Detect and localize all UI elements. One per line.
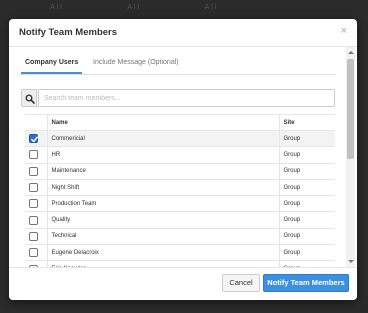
table-row[interactable]: HR Group xyxy=(25,146,335,164)
member-name-cell: Maintenance xyxy=(46,163,279,180)
dialog-body: Company Users Include Message (Optional)… xyxy=(9,47,345,267)
member-site-cell: Group xyxy=(278,130,335,148)
member-name-cell: Quality xyxy=(46,211,279,229)
backdrop-label: All xyxy=(204,4,219,11)
row-checkbox[interactable] xyxy=(29,183,38,193)
member-site-cell: Group xyxy=(278,195,335,213)
member-site-cell: Group xyxy=(278,179,335,197)
tab-include-message[interactable]: Include Message (Optional) xyxy=(89,59,183,72)
dialog-footer: Cancel Notify Team Members xyxy=(9,267,357,300)
member-name-cell: Technical xyxy=(46,228,279,246)
scroll-down-arrow-icon[interactable] xyxy=(348,260,354,263)
member-name-cell: Production Team xyxy=(46,195,279,213)
table-row[interactable]: Maintenance Group xyxy=(25,163,335,180)
search-input[interactable] xyxy=(38,89,335,107)
notify-team-members-dialog: Notify Team Members × Company Users Incl… xyxy=(9,19,357,300)
dialog-header: Notify Team Members × xyxy=(9,19,357,47)
member-site-cell: Group xyxy=(278,163,335,180)
dialog-title: Notify Team Members xyxy=(19,27,118,38)
table-row[interactable]: Commericial Group xyxy=(25,130,335,148)
member-name-cell: Eugene Delacroix xyxy=(46,244,279,262)
row-checkbox[interactable] xyxy=(29,199,38,209)
row-select-cell xyxy=(25,163,47,180)
row-select-cell xyxy=(25,179,47,197)
row-select-cell xyxy=(25,130,47,148)
row-checkbox[interactable] xyxy=(29,134,39,144)
member-site-cell: Group xyxy=(278,146,335,164)
row-select-cell xyxy=(25,211,47,229)
member-name-cell: Night Shift xyxy=(46,179,279,197)
member-name-cell: Commericial xyxy=(46,130,279,148)
name-column-header[interactable]: Name xyxy=(46,114,279,131)
tab-company-users[interactable]: Company Users xyxy=(21,59,83,74)
row-select-cell xyxy=(25,228,47,246)
search-icon xyxy=(25,94,35,104)
cancel-button[interactable]: Cancel xyxy=(222,274,260,292)
close-icon[interactable]: × xyxy=(341,26,347,37)
member-site-cell: Group xyxy=(278,244,335,262)
row-checkbox[interactable] xyxy=(29,248,38,258)
members-table: Name Site Commericial Group HR Group Mainten… xyxy=(25,114,335,267)
scrollbar-thumb[interactable] xyxy=(347,59,354,159)
table-header-row: Name Site xyxy=(25,114,335,131)
backdrop-label: All xyxy=(50,4,64,11)
search-button[interactable] xyxy=(21,89,37,107)
search-bar xyxy=(21,89,335,107)
row-select-cell xyxy=(25,195,47,213)
site-column-header[interactable]: Site xyxy=(278,114,335,131)
scroll-up-arrow-icon[interactable] xyxy=(348,51,354,54)
row-checkbox[interactable] xyxy=(29,215,38,225)
scrollbar[interactable] xyxy=(346,47,355,267)
table-row[interactable]: Eugene Delacroix Group xyxy=(25,244,335,262)
backdrop-header: All All All xyxy=(0,4,368,14)
member-name-cell: HR xyxy=(46,146,279,164)
select-column-header xyxy=(25,114,47,131)
notify-team-members-button[interactable]: Notify Team Members xyxy=(263,274,349,292)
checkmark-icon xyxy=(31,136,39,143)
row-checkbox[interactable] xyxy=(29,231,38,241)
tab-bar: Company Users Include Message (Optional) xyxy=(19,55,335,75)
table-row[interactable]: Technical Group xyxy=(25,228,335,246)
table-row[interactable]: Quality Group xyxy=(25,211,335,229)
row-select-cell xyxy=(25,146,47,164)
table-row[interactable]: Night Shift Group xyxy=(25,179,335,197)
table-row[interactable]: Production Team Group xyxy=(25,195,335,213)
row-select-cell xyxy=(25,244,47,262)
backdrop-label: All xyxy=(127,4,142,11)
row-checkbox[interactable] xyxy=(29,150,38,160)
member-site-cell: Group xyxy=(278,211,335,229)
member-site-cell: Group xyxy=(278,228,335,246)
row-checkbox[interactable] xyxy=(29,166,38,176)
